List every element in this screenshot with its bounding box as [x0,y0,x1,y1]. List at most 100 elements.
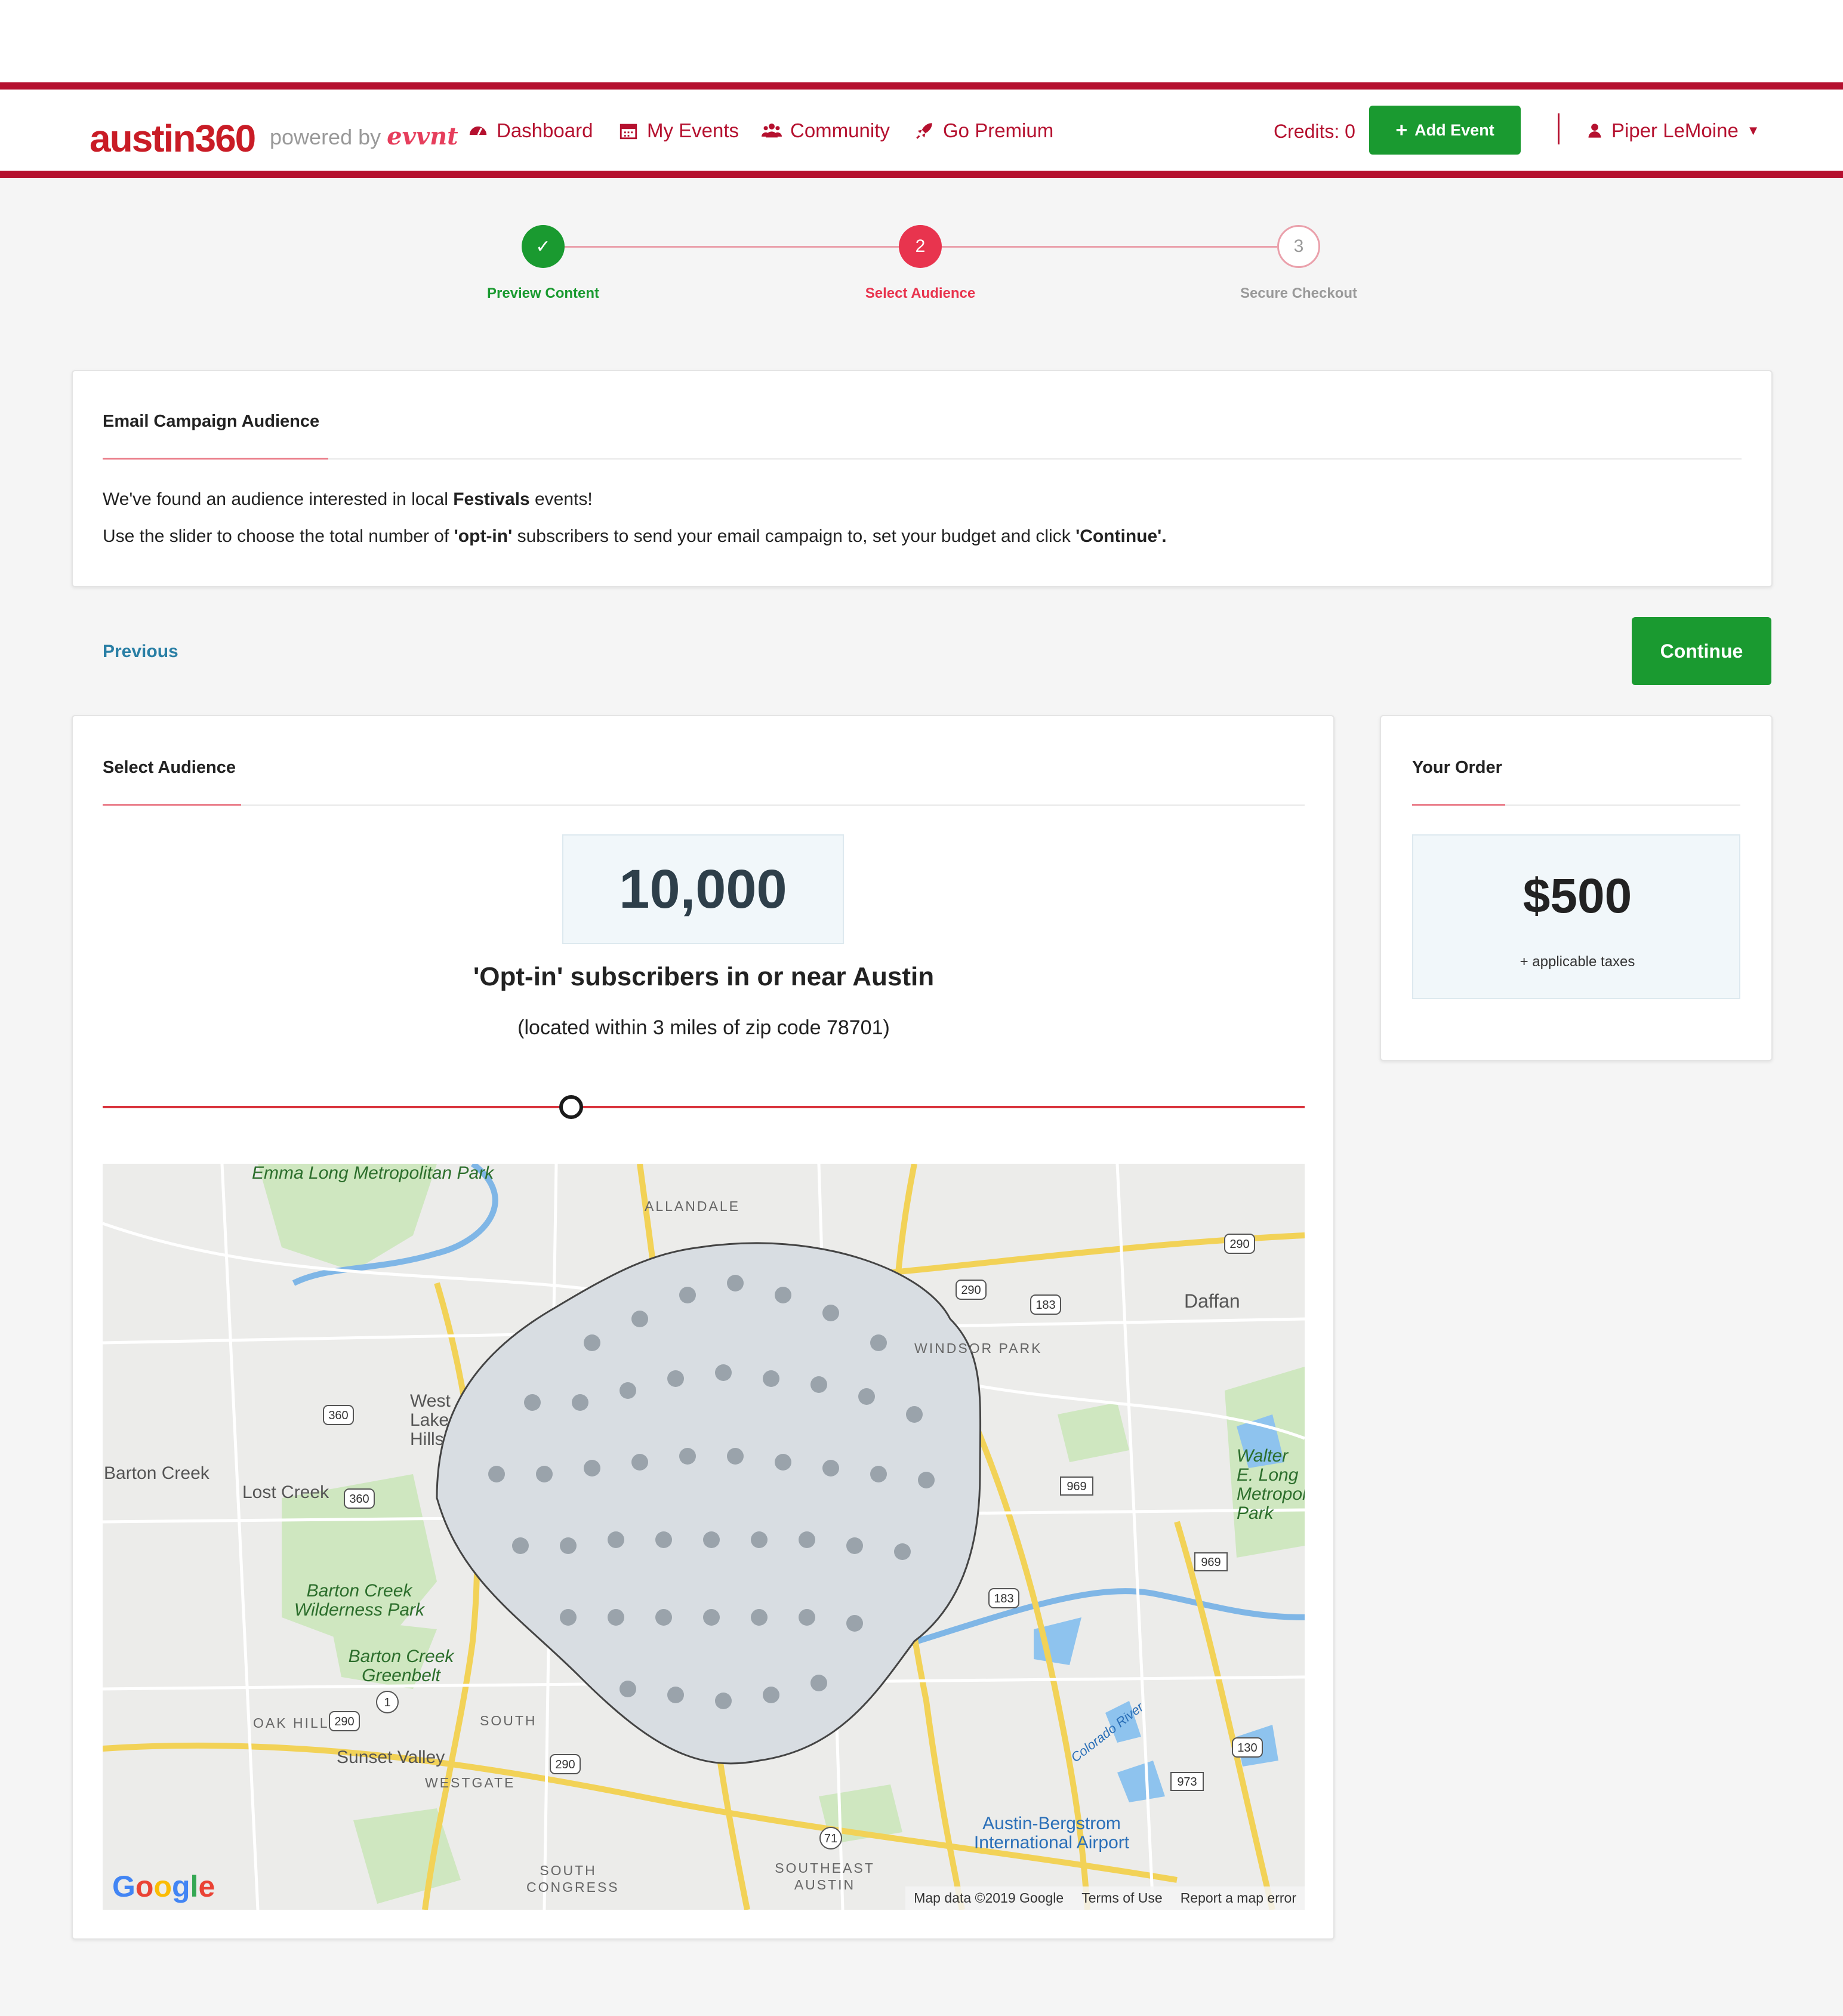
svg-text:290: 290 [1229,1238,1249,1251]
map-label-emma-long: Emma Long Metropolitan Park [252,1164,494,1183]
svg-text:71: 71 [824,1832,837,1845]
users-icon [762,123,782,138]
calendar-icon [620,124,637,140]
card-divider-accent [103,458,328,460]
step-3-label: Secure Checkout [1240,285,1358,301]
intro-text-end: events! [529,489,593,509]
card-divider-accent [103,804,241,806]
add-event-button[interactable]: + Add Event [1369,106,1521,155]
order-taxes-note: + applicable taxes [1520,954,1635,970]
map-terms-link[interactable]: Terms of Use [1081,1890,1162,1906]
nav-my-events-label: My Events [647,119,739,141]
add-event-label: Add Event [1414,121,1494,139]
campaign-instructions-line: Use the slider to choose the total numbe… [103,526,1167,547]
instructions-text-mid: subscribers to send your email campaign … [512,526,1076,546]
evvnt-logo: evvnt [387,122,458,150]
svg-text:130: 130 [1237,1741,1257,1755]
map-label-south: SOUTH [480,1713,537,1728]
map-attribution-bar: Map data ©2019 Google Terms of Use Repor… [905,1886,1305,1910]
continue-emphasis: 'Continue'. [1075,526,1167,546]
nav-go-premium-label: Go Premium [943,119,1054,141]
credits-count: Credits: 0 [1274,121,1355,142]
top-blank [0,0,1843,82]
audience-location: (located within 3 miles of zip code 7870… [517,1016,890,1039]
select-audience-title: Select Audience [103,758,236,777]
step-2-marker: 2 [899,225,942,268]
map-label-oak-hill: OAK HILL [253,1715,329,1731]
shield-290-a: 290 [961,1284,981,1297]
rocket-icon [916,123,932,139]
audience-headline: 'Opt-in' subscribers in or near Austin [473,962,935,991]
map-graphics: 290 290 183 360 360 969 969 183 290 290 … [103,1164,1305,1910]
svg-text:969: 969 [1201,1556,1221,1569]
map-label-airport: Austin-Bergstrom International Airport [973,1814,1130,1852]
step-connector-2 [942,246,1277,248]
audience-slider-track[interactable] [103,1106,1305,1108]
map-label-westgate: WESTGATE [425,1775,516,1790]
nav-dashboard-label: Dashboard [497,119,593,141]
map-report-link[interactable]: Report a map error [1181,1890,1296,1906]
previous-link[interactable]: Previous [103,642,178,662]
map-label-barton-creek: Barton Creek [104,1463,209,1483]
svg-text:360: 360 [328,1409,348,1422]
card-divider-accent [1412,804,1505,806]
powered-by: powered by evvnt [270,122,458,150]
map-attribution: Map data ©2019 Google [914,1890,1064,1906]
user-menu[interactable]: Piper LeMoine ▼ [1586,119,1760,142]
map-label-windsor-park: WINDSOR PARK [914,1340,1043,1356]
caret-down-icon: ▼ [1746,123,1760,138]
step-3-marker: 3 [1277,225,1320,268]
optin-emphasis: 'opt-in' [454,526,513,546]
map-label-west-lake-hills: West Lake Hills [410,1391,451,1449]
step-1-marker: ✓ [522,225,565,268]
map-label-allandale: ALLANDALE [645,1198,740,1214]
map-label-lost-creek: Lost Creek [242,1482,329,1502]
user-icon [1588,124,1601,138]
dashboard-icon [469,126,487,135]
map-label-sunset-valley: Sunset Valley [337,1747,445,1767]
nav-dashboard[interactable]: Dashboard [468,119,593,142]
nav-my-events[interactable]: My Events [618,119,739,142]
user-name: Piper LeMoine [1611,119,1739,141]
category-name: Festivals [453,489,530,509]
card-divider [103,458,1742,460]
order-price-box: $500 + applicable taxes [1412,834,1740,999]
card-divider [103,804,1305,806]
campaign-audience-card: Email Campaign Audience We've found an a… [72,370,1773,587]
header-divider [1558,113,1560,144]
powered-by-text: powered by [270,125,381,149]
svg-text:1: 1 [384,1696,390,1709]
subscriber-count: 10,000 [562,834,844,944]
audience-map[interactable]: 290 290 183 360 360 969 969 183 290 290 … [103,1164,1305,1910]
svg-text:360: 360 [349,1493,369,1506]
map-label-south-congress: SOUTH CONGRESS [526,1863,620,1895]
step-connector-1 [565,246,899,248]
svg-text:290: 290 [334,1715,354,1728]
step-1-label: Preview Content [486,285,600,301]
step-2-label: Select Audience [865,285,976,301]
austin360-logo[interactable]: austin360 [90,116,256,161]
nav-community[interactable]: Community [762,119,890,142]
svg-text:290: 290 [555,1758,575,1771]
your-order-title: Your Order [1412,758,1502,777]
svg-text:183: 183 [994,1592,1013,1605]
map-label-barton-creek-wilderness: Barton Creek Wilderness Park [294,1581,425,1620]
plus-icon: + [1395,118,1408,141]
nav-go-premium[interactable]: Go Premium [914,119,1053,142]
google-logo: Google [112,1870,215,1903]
continue-button[interactable]: Continue [1632,617,1771,685]
campaign-intro-line: We've found an audience interested in lo… [103,489,593,510]
map-label-daffan: Daffan [1184,1290,1240,1312]
nav-community-label: Community [790,119,890,141]
map-label-walter-e-long: Walter E. Long Metropolitan Park [1237,1446,1305,1523]
svg-text:973: 973 [1177,1775,1197,1789]
order-price: $500 [1523,869,1632,923]
instructions-text: Use the slider to choose the total numbe… [103,526,454,546]
svg-text:969: 969 [1067,1480,1086,1493]
top-navbar: austin360 powered by evvnt Dashboard My … [0,82,1843,178]
svg-text:183: 183 [1035,1299,1055,1312]
map-label-southeast-austin: SOUTHEAST AUSTIN [775,1860,875,1892]
intro-text: We've found an audience interested in lo… [103,489,454,509]
map-label-barton-creek-greenbelt: Barton Creek Greenbelt [348,1647,454,1685]
campaign-card-title: Email Campaign Audience [103,412,320,431]
